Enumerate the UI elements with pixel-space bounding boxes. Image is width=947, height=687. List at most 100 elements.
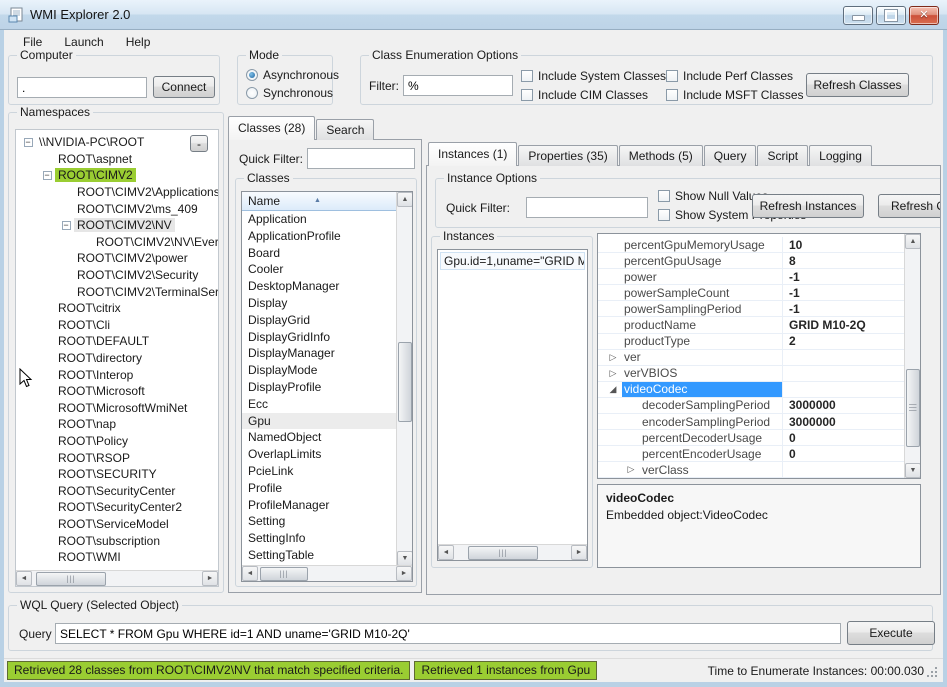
tree-item[interactable]: ROOT\WMI xyxy=(16,549,218,566)
property-row[interactable]: powerSampleCount -1 xyxy=(598,285,904,301)
tree-item[interactable]: ROOT\CIMV2\power xyxy=(16,250,218,267)
property-expander-icon[interactable] xyxy=(604,334,622,349)
class-item[interactable]: DisplayManager xyxy=(242,345,398,362)
property-row[interactable]: percentEncoderUsage 0 xyxy=(598,446,904,462)
tab[interactable]: Properties (35) xyxy=(518,145,617,166)
menu-item[interactable]: Help xyxy=(115,32,162,52)
scroll-thumb[interactable]: ||| xyxy=(468,546,538,560)
tab[interactable]: Methods (5) xyxy=(619,145,703,166)
class-item[interactable]: DisplayMode xyxy=(242,362,398,379)
classes-list-header[interactable]: Name ▲ xyxy=(242,192,398,211)
tree-expander-icon[interactable] xyxy=(58,271,74,280)
property-expander-icon[interactable]: ◢ xyxy=(604,382,622,397)
scroll-up-icon[interactable]: ▲ xyxy=(397,192,413,207)
scroll-up-icon[interactable]: ▲ xyxy=(905,234,921,249)
tree-expander-icon[interactable] xyxy=(39,354,55,363)
scroll-thumb[interactable]: ||| xyxy=(260,567,308,581)
title-bar[interactable]: WMI Explorer 2.0 ✕ xyxy=(0,0,947,30)
tab[interactable]: Classes (28) xyxy=(228,116,315,140)
tree-item[interactable]: ROOT\RSOP xyxy=(16,449,218,466)
synchronous-radio[interactable] xyxy=(246,87,258,99)
tree-item[interactable]: ROOT\CIMV2\ms_409 xyxy=(16,200,218,217)
property-expander-icon[interactable] xyxy=(604,237,622,252)
tab[interactable]: Script xyxy=(757,145,808,166)
tree-item[interactable]: ROOT\Cli xyxy=(16,317,218,334)
scroll-thumb[interactable]: ||| xyxy=(36,572,106,586)
asynchronous-radio[interactable] xyxy=(246,69,258,81)
tree-item[interactable]: ROOT\SecurityCenter2 xyxy=(16,499,218,516)
class-item[interactable]: ProfileManager xyxy=(242,497,398,514)
show-system-properties-checkbox[interactable] xyxy=(658,209,670,221)
include-system-classes-checkbox[interactable] xyxy=(521,70,533,82)
filter-input[interactable] xyxy=(403,75,513,96)
property-row[interactable]: decoderSamplingPeriod 3000000 xyxy=(598,398,904,414)
property-row[interactable]: ▷ verClass xyxy=(598,462,904,478)
property-row[interactable]: encoderSamplingPeriod 3000000 xyxy=(598,414,904,430)
refresh-classes-button[interactable]: Refresh Classes xyxy=(806,73,909,97)
property-expander-icon[interactable]: ▷ xyxy=(604,366,622,381)
class-item[interactable]: SettingTable xyxy=(242,547,398,564)
properties-vscrollbar[interactable]: ▲ ▼ ||| xyxy=(904,234,920,478)
class-item[interactable]: DesktopManager xyxy=(242,278,398,295)
computer-input[interactable] xyxy=(17,77,147,98)
property-expander-icon[interactable] xyxy=(604,269,622,284)
tree-expander-icon[interactable]: − xyxy=(20,138,36,147)
class-item[interactable]: DisplayProfile xyxy=(242,379,398,396)
include-msft-classes-checkbox[interactable] xyxy=(666,89,678,101)
tab[interactable]: Query xyxy=(704,145,757,166)
namespaces-hscrollbar[interactable]: ◄ ► ||| xyxy=(16,570,218,586)
tree-item[interactable]: ROOT\aspnet xyxy=(16,151,218,168)
tree-item[interactable]: − \\NVIDIA-PC\ROOT xyxy=(16,134,218,151)
property-row[interactable]: percentGpuMemoryUsage 10 xyxy=(598,237,904,253)
tree-item[interactable]: ROOT\SECURITY xyxy=(16,466,218,483)
property-expander-icon[interactable] xyxy=(604,285,622,300)
tree-expander-icon[interactable] xyxy=(77,237,93,246)
scroll-left-icon[interactable]: ◄ xyxy=(438,545,454,560)
property-expander-icon[interactable]: ▷ xyxy=(622,462,640,477)
scroll-thumb[interactable]: ||| xyxy=(906,369,920,447)
tree-item[interactable]: ROOT\directory xyxy=(16,350,218,367)
resize-grip[interactable] xyxy=(927,667,937,677)
tree-expander-icon[interactable] xyxy=(39,503,55,512)
property-expander-icon[interactable] xyxy=(622,446,640,461)
namespaces-tree[interactable]: − \\NVIDIA-PC\ROOT ROOT\aspnet − ROOT\CI… xyxy=(15,129,219,587)
instance-item[interactable]: Gpu.id=1,uname="GRID M10- xyxy=(440,252,585,270)
tab[interactable]: Search xyxy=(316,119,374,140)
tree-expander-icon[interactable] xyxy=(39,453,55,462)
tree-item[interactable]: ROOT\DEFAULT xyxy=(16,333,218,350)
tree-expander-icon[interactable] xyxy=(39,536,55,545)
scroll-left-icon[interactable]: ◄ xyxy=(16,571,32,586)
include-cim-classes-checkbox[interactable] xyxy=(521,89,533,101)
refresh-instances-button[interactable]: Refresh Instances xyxy=(752,194,864,218)
instances-hscrollbar[interactable]: ◄ ► ||| xyxy=(438,544,587,560)
tree-expander-icon[interactable] xyxy=(39,387,55,396)
tree-expander-icon[interactable]: − xyxy=(58,221,74,230)
scroll-right-icon[interactable]: ► xyxy=(202,571,218,586)
instance-quick-filter-input[interactable] xyxy=(526,197,648,218)
tree-item[interactable]: ROOT\ServiceModel xyxy=(16,516,218,533)
class-item[interactable]: Display xyxy=(242,295,398,312)
tree-item[interactable]: ROOT\SecurityCenter xyxy=(16,482,218,499)
property-row[interactable]: ▷ verVBIOS xyxy=(598,366,904,382)
collapse-tree-button[interactable]: - xyxy=(190,135,208,152)
class-item[interactable]: Setting xyxy=(242,513,398,530)
maximize-button[interactable] xyxy=(876,6,906,25)
tree-expander-icon[interactable] xyxy=(39,436,55,445)
class-item[interactable]: Gpu xyxy=(242,413,398,430)
tree-item[interactable]: − ROOT\CIMV2\NV xyxy=(16,217,218,234)
minimize-button[interactable] xyxy=(843,6,873,25)
close-button[interactable]: ✕ xyxy=(909,6,939,25)
tree-expander-icon[interactable] xyxy=(58,254,74,263)
tree-expander-icon[interactable] xyxy=(39,320,55,329)
classes-vscrollbar[interactable]: ▲ ▼ xyxy=(396,192,412,566)
property-row[interactable]: productName GRID M10-2Q xyxy=(598,317,904,333)
tree-expander-icon[interactable] xyxy=(39,154,55,163)
scroll-down-icon[interactable]: ▼ xyxy=(397,551,413,566)
tree-expander-icon[interactable] xyxy=(39,304,55,313)
execute-button[interactable]: Execute xyxy=(847,621,935,645)
scroll-left-icon[interactable]: ◄ xyxy=(242,566,258,581)
property-expander-icon[interactable] xyxy=(622,414,640,429)
tree-item[interactable]: ROOT\Microsoft xyxy=(16,383,218,400)
classes-quick-filter-input[interactable] xyxy=(307,148,415,169)
tree-expander-icon[interactable] xyxy=(39,486,55,495)
